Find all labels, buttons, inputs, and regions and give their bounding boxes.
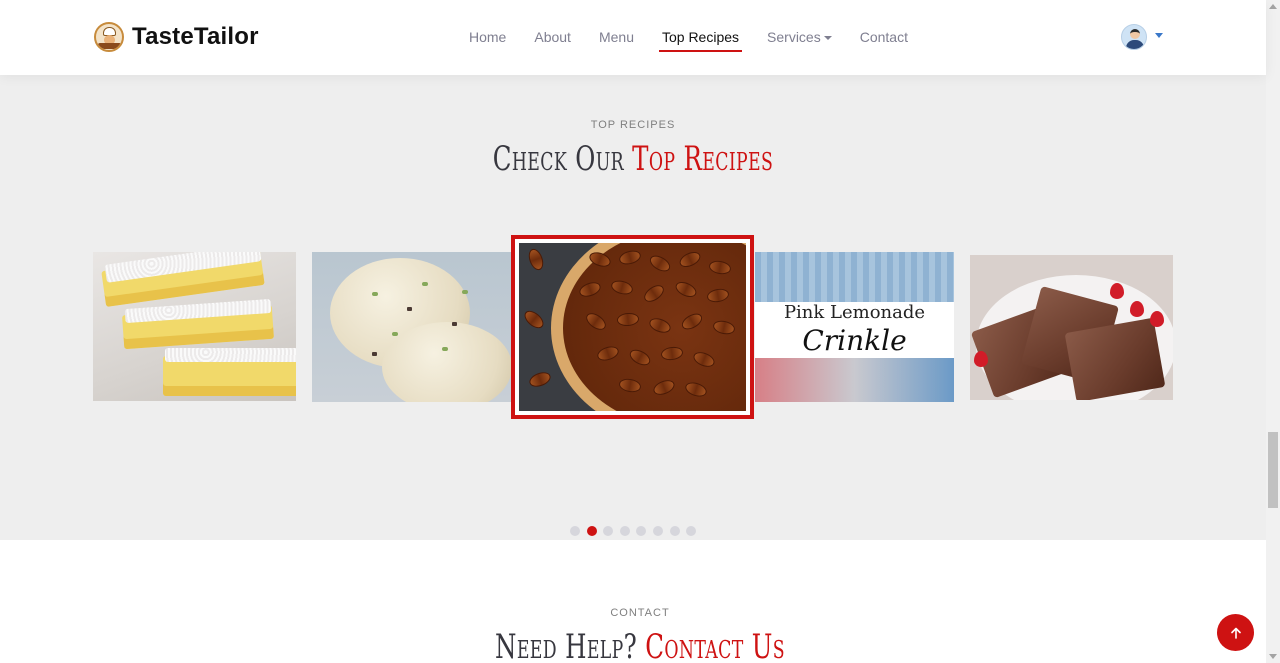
back-to-top-button[interactable] bbox=[1217, 614, 1254, 651]
recipe-slide-lemon-bars[interactable] bbox=[93, 252, 296, 401]
recipe-slide-ice-cream[interactable] bbox=[312, 252, 512, 402]
recipe-image bbox=[519, 243, 746, 411]
carousel-dot-active[interactable] bbox=[586, 526, 597, 536]
nav-contact[interactable]: Contact bbox=[860, 29, 908, 51]
scroll-down-icon[interactable] bbox=[1269, 654, 1277, 659]
site-header: TasteTailor Home About Menu Top Recipes … bbox=[0, 0, 1266, 75]
chevron-down-icon bbox=[1155, 32, 1163, 38]
carousel-dot[interactable] bbox=[652, 526, 663, 536]
scrollbar-thumb[interactable] bbox=[1268, 432, 1278, 508]
carousel-dot[interactable] bbox=[669, 526, 680, 536]
recipe-slide-pecan-pie[interactable] bbox=[511, 235, 754, 419]
section-title-plain: Check Our bbox=[492, 139, 625, 179]
contact-title-accent: Contact Us bbox=[645, 627, 785, 663]
scroll-up-icon[interactable] bbox=[1269, 4, 1277, 9]
carousel-pagination bbox=[570, 526, 703, 536]
nav-home[interactable]: Home bbox=[469, 29, 506, 51]
carousel-dot[interactable] bbox=[636, 526, 647, 536]
page: TasteTailor Home About Menu Top Recipes … bbox=[0, 0, 1280, 663]
nav-services-label: Services bbox=[767, 29, 821, 45]
main-nav: Home About Menu Top Recipes Services Con… bbox=[469, 29, 936, 52]
contact-title: Need Help? Contact Us bbox=[179, 627, 1101, 663]
recipe-image bbox=[970, 255, 1173, 400]
nav-services[interactable]: Services bbox=[767, 29, 832, 51]
chevron-down-icon bbox=[823, 36, 832, 41]
nav-top-recipes[interactable]: Top Recipes bbox=[658, 29, 743, 52]
carousel-dot[interactable] bbox=[570, 526, 580, 536]
chef-logo-icon bbox=[94, 22, 124, 52]
section-title-accent: Top Recipes bbox=[632, 139, 774, 179]
recipe-slide-pink-lemonade-cookies[interactable]: Pink Lemonade Crinkle Cookies bbox=[755, 252, 954, 402]
nav-about[interactable]: About bbox=[534, 29, 571, 51]
contact-subtitle: CONTACT bbox=[610, 607, 670, 619]
user-menu-button[interactable] bbox=[1121, 24, 1163, 50]
section-subtitle: TOP RECIPES bbox=[590, 119, 676, 131]
user-avatar-icon bbox=[1121, 24, 1147, 50]
recipe-image: Pink Lemonade Crinkle Cookies bbox=[755, 252, 954, 402]
brand-name: TasteTailor bbox=[132, 23, 259, 50]
slide-caption-line1: Pink Lemonade bbox=[783, 302, 926, 323]
carousel-dot[interactable] bbox=[619, 526, 630, 536]
section-title: Check Our Top Recipes bbox=[177, 139, 1089, 179]
carousel-dot[interactable] bbox=[686, 526, 697, 536]
arrow-up-icon bbox=[1230, 627, 1241, 639]
brand-link[interactable]: TasteTailor bbox=[94, 22, 259, 52]
contact-title-plain: Need Help? bbox=[495, 627, 638, 663]
carousel-dot[interactable] bbox=[603, 526, 614, 536]
recipe-image bbox=[93, 252, 296, 401]
recipe-slide-crepes[interactable] bbox=[970, 255, 1173, 400]
recipe-image bbox=[312, 252, 512, 402]
top-recipes-section: TOP RECIPES Check Our Top Recipes Pink L… bbox=[0, 75, 1266, 540]
nav-menu[interactable]: Menu bbox=[599, 29, 634, 51]
page-scrollbar[interactable] bbox=[1266, 0, 1280, 663]
